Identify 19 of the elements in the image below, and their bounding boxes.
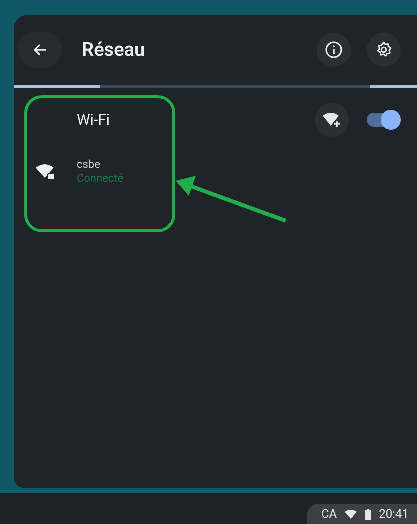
wifi-label: Wi-Fi [77,110,110,131]
add-wifi-button[interactable] [315,103,349,137]
back-button[interactable] [18,32,62,68]
settings-icon [375,41,393,59]
network-status: Connecté [77,172,124,186]
wifi-add-icon [323,113,341,127]
battery-icon [365,508,372,520]
panel-title: Réseau [82,36,146,63]
locale-label: CA [321,506,338,523]
network-name: csbe [77,158,102,172]
clock: 20:41 [379,506,409,523]
wifi-icon [345,510,358,518]
wifi-lock-icon [36,164,56,180]
info-button[interactable] [317,33,351,67]
info-icon [325,41,343,59]
back-arrow-icon [32,42,48,58]
wifi-toggle[interactable] [367,113,399,127]
status-tray[interactable]: CA 20:41 [307,504,417,524]
settings-button[interactable] [367,33,401,67]
